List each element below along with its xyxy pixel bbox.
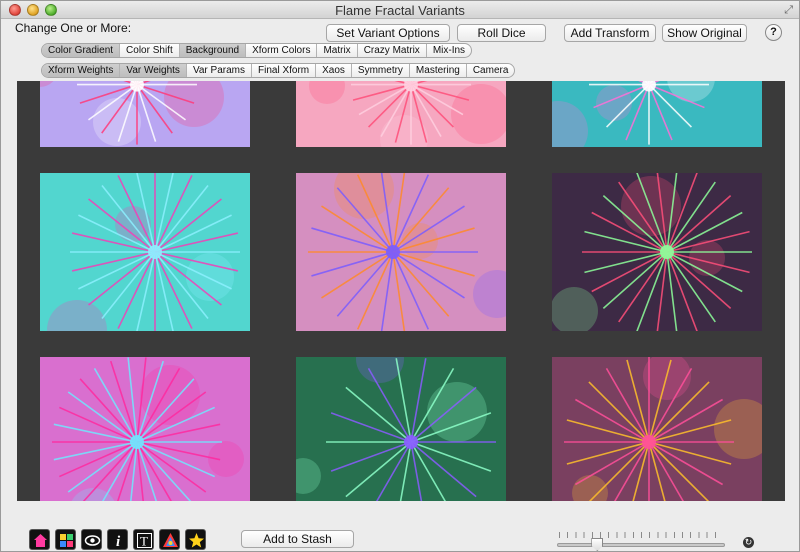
svg-text:T: T: [140, 534, 148, 549]
add-transform-button[interactable]: Add Transform: [564, 24, 656, 42]
fullscreen-icon[interactable]: ⤢: [784, 4, 793, 17]
title-bar: Flame Fractal Variants ⤢: [1, 1, 799, 19]
mutation-tabs-row-1: Color Gradient Color Shift Background Xform…: [41, 43, 473, 58]
variant-thumbnail[interactable]: [552, 357, 762, 501]
variant-thumbnail[interactable]: [552, 81, 762, 147]
slider-knob[interactable]: [591, 538, 604, 551]
change-label: Change One or More:: [15, 21, 132, 35]
tab-xaos[interactable]: Xaos: [316, 64, 352, 77]
tab-symmetry[interactable]: Symmetry: [352, 64, 410, 77]
star-icon[interactable]: [185, 529, 206, 550]
variant-thumbnail[interactable]: [296, 81, 506, 147]
mutation-tabs-row-2: Xform Weights Var Weights Var Params Final …: [41, 63, 516, 78]
slider-ticks: [559, 532, 723, 538]
variant-gallery[interactable]: [17, 81, 785, 501]
variant-thumbnail[interactable]: [40, 173, 250, 331]
home-icon[interactable]: [29, 529, 50, 550]
variant-thumbnail[interactable]: [296, 173, 506, 331]
variant-thumbnail[interactable]: [552, 173, 762, 331]
app-window: Flame Fractal Variants ⤢ Change One or M…: [0, 0, 800, 552]
palette-grid-icon[interactable]: [55, 529, 76, 550]
help-button[interactable]: ?: [765, 24, 782, 41]
tab-color-shift[interactable]: Color Shift: [120, 44, 180, 57]
variant-thumbnail[interactable]: [40, 81, 250, 147]
svg-text:i: i: [116, 534, 121, 549]
tab-camera[interactable]: Camera: [467, 64, 515, 77]
set-variant-options-button[interactable]: Set Variant Options: [326, 24, 450, 42]
tab-mix-ins[interactable]: Mix-Ins: [427, 44, 471, 57]
tab-crazy-matrix[interactable]: Crazy Matrix: [358, 44, 427, 57]
add-to-stash-button[interactable]: Add to Stash: [241, 530, 354, 548]
show-original-button[interactable]: Show Original: [662, 24, 747, 42]
tab-background[interactable]: Background: [179, 44, 247, 57]
tab-xform-colors[interactable]: Xform Colors: [246, 44, 318, 57]
tab-var-weights[interactable]: Var Weights: [120, 64, 187, 77]
color-wheel-icon[interactable]: [159, 529, 180, 550]
mutation-slider[interactable]: [557, 543, 725, 547]
text-icon[interactable]: T: [133, 529, 154, 550]
tab-mastering[interactable]: Mastering: [410, 64, 467, 77]
tab-xform-weights[interactable]: Xform Weights: [42, 64, 121, 77]
window-title: Flame Fractal Variants: [335, 3, 465, 18]
variant-thumbnail[interactable]: [40, 357, 250, 501]
eye-icon[interactable]: [81, 529, 102, 550]
tab-color-gradient[interactable]: Color Gradient: [42, 44, 121, 57]
info-icon[interactable]: i: [107, 529, 128, 550]
refresh-icon[interactable]: ↻: [743, 537, 754, 548]
tab-var-params[interactable]: Var Params: [187, 64, 252, 77]
tab-final-xform[interactable]: Final Xform: [252, 64, 317, 77]
roll-dice-button[interactable]: Roll Dice: [457, 24, 546, 42]
variant-thumbnail[interactable]: [296, 357, 506, 501]
tab-matrix[interactable]: Matrix: [317, 44, 358, 57]
